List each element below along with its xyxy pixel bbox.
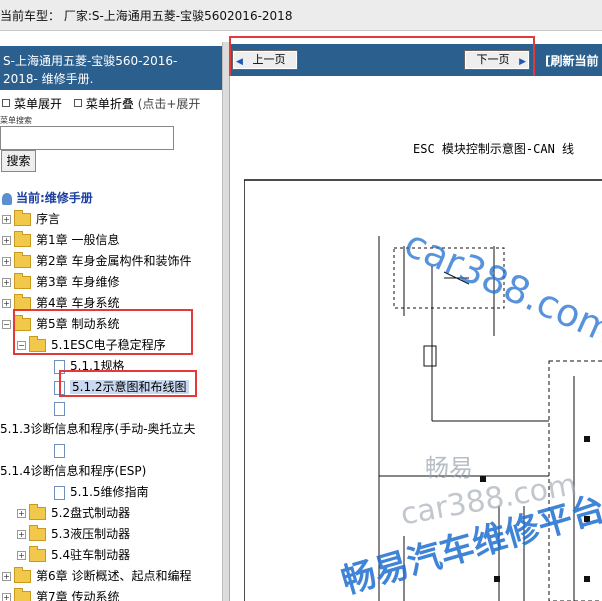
tree-item-label: 5.1.3诊断信息和程序(手动-奥托立夫 xyxy=(0,422,196,436)
menu-expand-link[interactable]: 菜单展开 xyxy=(14,97,62,111)
tree-item-label: 5.1.5维修指南 xyxy=(70,485,149,499)
current-vehicle-title: 当前车型： 厂家:S-上海通用五菱-宝骏5602016-2018 xyxy=(0,9,293,23)
expand-plus-icon[interactable]: + xyxy=(2,278,11,287)
tree-item-5-4[interactable]: +5.4驻车制动器 xyxy=(17,545,130,566)
tree-item-5-1-4[interactable]: 5.1.4诊断信息和程序(ESP) xyxy=(0,461,146,482)
document-title: ESC 模块控制示意图-CAN 线 xyxy=(413,142,575,156)
tree-item-label: 第6章 诊断概述、起点和编程 xyxy=(36,569,192,583)
annotation-box-chapter5 xyxy=(13,309,193,355)
tree-item-5-2[interactable]: +5.2盘式制动器 xyxy=(17,503,130,524)
document-icon xyxy=(54,485,65,500)
tree-item-label: 第3章 车身维修 xyxy=(36,275,120,289)
tree-item-ch1[interactable]: + 第1章 一般信息 xyxy=(2,230,119,251)
expand-square-icon xyxy=(2,99,10,107)
folder-icon xyxy=(14,231,31,247)
menu-controls: 菜单展开 菜单折叠 (点击+展开 xyxy=(0,95,200,112)
tree-item-ch7[interactable]: + 第7章 传动系统 xyxy=(2,587,119,601)
expand-plus-icon[interactable]: + xyxy=(17,530,26,539)
folder-icon xyxy=(14,588,31,601)
collapse-square-icon xyxy=(73,99,82,107)
folder-icon xyxy=(29,525,46,541)
tree-item-label: 第7章 传动系统 xyxy=(36,590,120,601)
expand-plus-icon[interactable]: + xyxy=(2,593,11,601)
tree-item-label: 5.4驻车制动器 xyxy=(51,548,131,562)
expand-plus-icon[interactable]: + xyxy=(2,572,11,581)
search-label: 菜单搜索 xyxy=(0,116,32,125)
search-button[interactable]: 搜索 xyxy=(1,150,36,172)
tree-item-label: 第4章 车身系统 xyxy=(36,296,120,310)
folder-icon xyxy=(29,546,46,562)
sidebar: S-上海通用五菱-宝骏560-2016- 2018- 维修手册. 菜单展开 菜单… xyxy=(0,42,222,601)
tree-item-label: 5.3液压制动器 xyxy=(51,527,131,541)
menu-search-input[interactable] xyxy=(0,126,174,150)
collapse-minus-icon[interactable]: − xyxy=(2,320,11,329)
tree-item-label: 5.1.4诊断信息和程序(ESP) xyxy=(0,464,147,478)
tree-item-blank-1[interactable] xyxy=(54,398,70,419)
document-icon xyxy=(54,401,65,416)
refresh-current-link[interactable]: [刷新当前 xyxy=(545,52,599,69)
sidebar-header-line1: S-上海通用五菱-宝骏560-2016- xyxy=(3,54,178,68)
sidebar-header-line2: 2018- 维修手册. xyxy=(3,72,94,86)
tree-item-5-1-3[interactable]: 5.1.3诊断信息和程序(手动-奥托立夫 xyxy=(0,419,196,440)
expand-plus-icon[interactable]: + xyxy=(2,257,11,266)
user-icon xyxy=(2,192,12,205)
tree-item-5-1-5[interactable]: 5.1.5维修指南 xyxy=(54,482,149,503)
tree-item-ch6[interactable]: + 第6章 诊断概述、起点和编程 xyxy=(2,566,191,587)
folder-icon xyxy=(29,504,46,520)
folder-icon xyxy=(14,273,31,289)
annotation-box-page-nav xyxy=(229,36,535,81)
tree-item-label: 第2章 车身金属构件和装饰件 xyxy=(36,254,192,268)
sidebar-header: S-上海通用五菱-宝骏560-2016- 2018- 维修手册. xyxy=(0,46,222,90)
tree-item-label: 序言 xyxy=(36,212,61,226)
tree-item-label: 第1章 一般信息 xyxy=(36,233,120,247)
expand-plus-icon[interactable]: + xyxy=(2,215,11,224)
tree-item-5-3[interactable]: +5.3液压制动器 xyxy=(17,524,130,545)
folder-icon xyxy=(14,567,31,583)
wiring-diagram xyxy=(244,179,602,601)
expand-plus-icon[interactable]: + xyxy=(17,551,26,560)
tree-item-blank-2[interactable] xyxy=(54,440,70,461)
folder-icon xyxy=(14,210,31,226)
expand-plus-icon[interactable]: + xyxy=(2,299,11,308)
expand-plus-icon[interactable]: + xyxy=(17,509,26,518)
tree-item-preface[interactable]: + 序言 xyxy=(2,209,60,230)
document-icon xyxy=(54,443,65,458)
title-bar: 当前车型： 厂家:S-上海通用五菱-宝骏5602016-2018 xyxy=(0,0,602,31)
expand-plus-icon[interactable]: + xyxy=(2,236,11,245)
document-viewer[interactable]: ESC 模块控制示意图-CAN 线 car388.com 畅易 car388.c… xyxy=(229,76,602,601)
tree-current-label: 当前:维修手册 xyxy=(16,191,93,205)
tree-item-ch2[interactable]: + 第2章 车身金属构件和装饰件 xyxy=(2,251,191,272)
tree-current-item[interactable]: 当前:维修手册 xyxy=(2,188,93,209)
folder-icon xyxy=(14,252,31,268)
collapse-hint: (点击+展开 xyxy=(137,97,201,111)
tree-item-ch3[interactable]: + 第3章 车身维修 xyxy=(2,272,119,293)
frame-divider[interactable] xyxy=(222,42,229,601)
tree-item-label: 5.2盘式制动器 xyxy=(51,506,131,520)
annotation-box-schematic xyxy=(59,370,197,397)
menu-collapse-link[interactable]: 菜单折叠 xyxy=(86,97,134,111)
